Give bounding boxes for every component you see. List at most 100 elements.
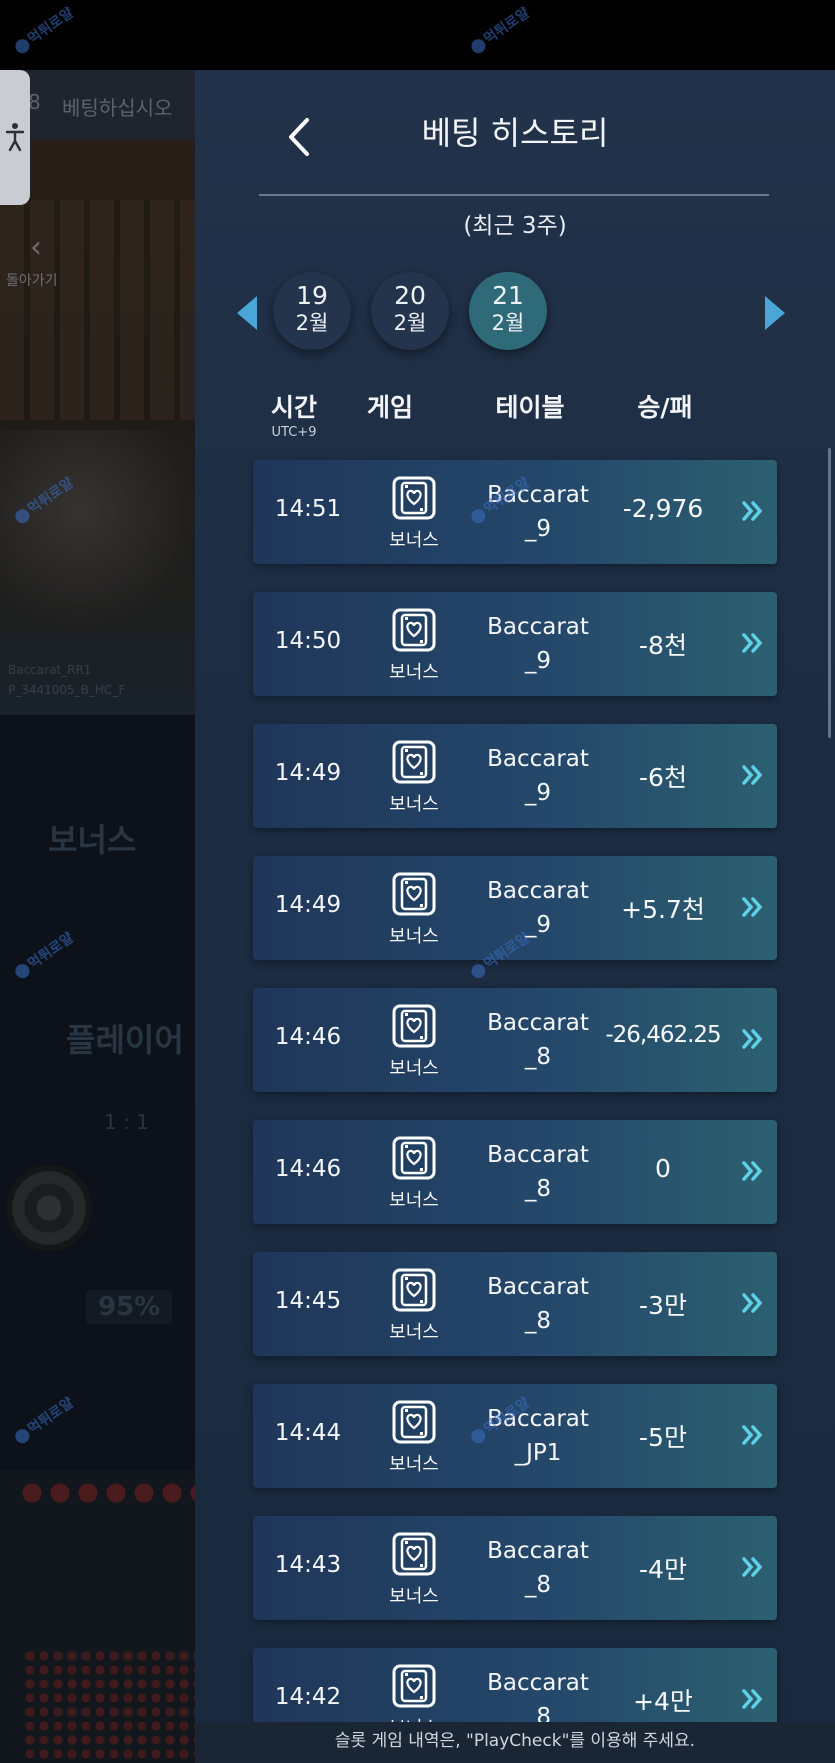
history-row[interactable]: 14:45 보너스 Baccarat _8 -3만 [253,1252,777,1356]
history-row[interactable]: 14:46 보너스 Baccarat _8 -26,462.25 [253,988,777,1092]
double-chevron-right-icon[interactable] [739,1686,765,1712]
column-header-result: 승/패 [637,393,693,422]
double-chevron-right-icon[interactable] [739,894,765,920]
column-header-time: 시간 [270,393,317,422]
game-card-icon [391,607,437,653]
row-table-line2: _8 [524,1572,552,1598]
row-table-line1: Baccarat [487,1142,589,1168]
column-header-table: 테이블 [495,393,565,422]
row-game: 보너스 [389,1058,439,1079]
row-table-line2: _JP1 [514,1440,562,1466]
history-row[interactable]: 14:49 보너스 Baccarat _9 -6천 [253,724,777,828]
game-card-icon [391,1531,437,1577]
row-table-line2: _8 [524,1308,552,1334]
date-prev-arrow-icon[interactable] [237,296,257,330]
date-day: 19 [296,281,328,310]
double-chevron-right-icon[interactable] [739,1290,765,1316]
row-table-line1: Baccarat [487,1670,589,1696]
row-time: 14:46 [274,1156,342,1182]
date-next-arrow-icon[interactable] [765,296,785,330]
row-result: -6천 [639,763,687,792]
row-time: 14:44 [274,1420,342,1446]
row-time: 14:45 [274,1288,342,1314]
double-chevron-right-icon[interactable] [739,630,765,656]
row-game: 보너스 [389,1190,439,1211]
row-time: 14:42 [274,1684,342,1710]
title-divider [259,194,769,196]
row-table-line2: _8 [524,1044,552,1070]
double-chevron-right-icon[interactable] [739,762,765,788]
row-time: 14:49 [274,892,342,918]
date-chip-20[interactable]: 20 2월 [371,272,449,350]
row-game: 보너스 [389,662,439,683]
row-result: +5.7천 [621,895,705,924]
row-table-line1: Baccarat [487,746,589,772]
game-card-icon [391,1663,437,1709]
footer-note: 슬롯 게임 내역은, "PlayCheck"를 이용해 주세요. [195,1722,835,1763]
row-game: 보너스 [389,926,439,947]
row-table: Baccarat _9 [473,874,603,942]
double-chevron-right-icon[interactable] [739,498,765,524]
period-label: (최근 3주) [463,213,567,239]
date-month: 2월 [295,311,329,335]
double-chevron-right-icon[interactable] [739,1554,765,1580]
row-table: Baccarat _8 [473,1138,603,1206]
column-header-time-zone: UTC+9 [271,425,317,440]
date-chip-19[interactable]: 19 2월 [273,272,351,350]
game-card-icon [391,1267,437,1313]
game-card-icon [391,475,437,521]
row-table-line2: _9 [524,912,552,938]
row-game: 보너스 [389,530,439,551]
row-result: -3만 [639,1291,687,1320]
accessibility-icon [5,123,25,152]
row-table-line1: Baccarat [487,878,589,904]
row-table: Baccarat _9 [473,610,603,678]
date-day: 20 [394,281,426,310]
row-result: -26,462.25 [605,1022,721,1048]
row-game: 보너스 [389,794,439,815]
row-game: 보너스 [389,1454,439,1475]
row-table: Baccarat _8 [473,1534,603,1602]
betting-history-panel: 베팅 히스토리 (최근 3주) 19 2월 20 2월 21 2월 시간 UTC… [195,70,835,1763]
row-game: 보너스 [389,1322,439,1343]
row-table: Baccarat _8 [473,1006,603,1074]
date-month: 2월 [491,311,525,335]
game-card-icon [391,1003,437,1049]
watermark: 먹튀로얄 [10,2,77,57]
page-title: 베팅 히스토리 [421,114,609,152]
row-table-line1: Baccarat [487,1274,589,1300]
date-month: 2월 [393,311,427,335]
row-time: 14:49 [274,760,342,786]
date-selector: 19 2월 20 2월 21 2월 [195,268,835,358]
double-chevron-right-icon[interactable] [739,1158,765,1184]
game-card-icon [391,1135,437,1181]
watermark: 먹튀로얄 [466,2,533,57]
double-chevron-right-icon[interactable] [739,1026,765,1052]
row-time: 14:46 [274,1024,342,1050]
row-table-line1: Baccarat [487,614,589,640]
history-row[interactable]: 14:46 보너스 Baccarat _8 0 [253,1120,777,1224]
row-table-line2: _9 [524,516,552,542]
double-chevron-right-icon[interactable] [739,1422,765,1448]
game-card-icon [391,739,437,785]
row-time: 14:50 [274,628,342,654]
row-time: 14:51 [274,496,342,522]
row-result: +4만 [633,1687,693,1716]
background-overlay [0,70,200,1763]
accessibility-tab[interactable] [0,70,30,205]
row-table-line1: Baccarat [487,1010,589,1036]
date-chip-21[interactable]: 21 2월 [469,272,547,350]
row-result: -2,976 [622,494,704,523]
row-table-line2: _9 [524,648,552,674]
history-row[interactable]: 14:43 보너스 Baccarat _8 -4만 [253,1516,777,1620]
row-table-line2: _9 [524,780,552,806]
row-result: -4만 [639,1555,687,1584]
scrollbar[interactable] [828,448,831,738]
history-row[interactable]: 14:50 보너스 Baccarat _9 -8천 [253,592,777,696]
row-table-line2: _8 [524,1176,552,1202]
row-table-line1: Baccarat [487,1538,589,1564]
row-result: 0 [655,1154,671,1183]
row-result: -8천 [639,631,687,660]
column-header-game: 게임 [366,393,413,422]
row-table: Baccarat _9 [473,742,603,810]
